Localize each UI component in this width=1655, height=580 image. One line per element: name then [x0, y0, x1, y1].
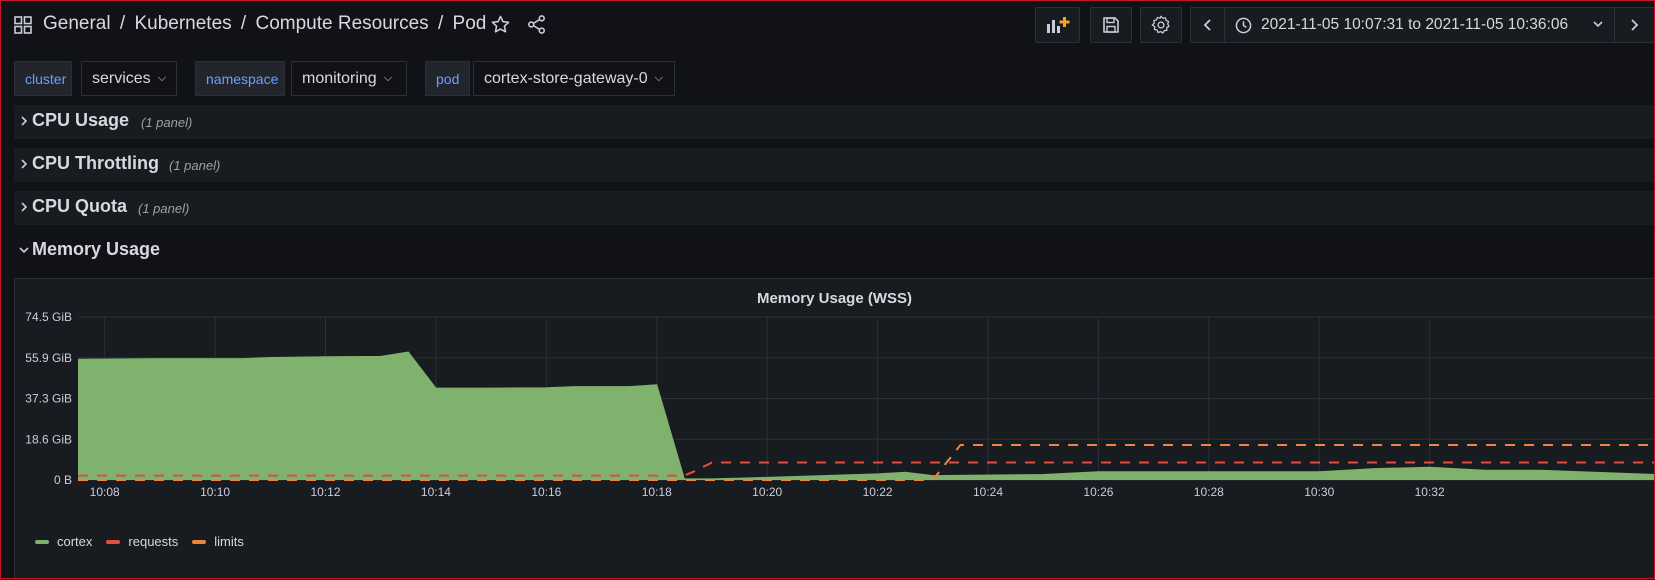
legend-label: limits [214, 534, 244, 549]
row-cpu-throttling[interactable]: CPU Throttling (1 panel) [14, 148, 1655, 182]
share-icon[interactable] [526, 14, 547, 35]
legend-item-requests[interactable]: requests [106, 534, 178, 549]
chevron-right-icon [21, 202, 28, 212]
chevron-right-icon [21, 159, 28, 169]
save-button[interactable] [1090, 7, 1132, 43]
variable-label-cluster: cluster [14, 61, 72, 96]
x-tick-label: 10:18 [642, 485, 672, 499]
star-icon[interactable] [490, 14, 511, 35]
breadcrumb-separator: / [240, 13, 247, 34]
chevron-down-icon [19, 247, 29, 254]
save-icon [1103, 17, 1119, 33]
x-tick-label: 10:30 [1304, 485, 1334, 499]
time-range-back-button[interactable] [1191, 8, 1225, 42]
row-memory-usage[interactable]: Memory Usage [14, 234, 1655, 268]
row-title: Memory Usage [32, 239, 161, 259]
clock-icon [1235, 17, 1252, 33]
breadcrumb-separator: / [119, 13, 126, 34]
breadcrumb-separator: / [437, 13, 444, 34]
row-title: CPU Usage [32, 110, 130, 130]
x-tick-label: 10:10 [200, 485, 230, 499]
variable-select-namespace[interactable]: monitoring ⌵ [291, 61, 407, 96]
add-panel-icon [1046, 17, 1069, 33]
time-range-picker: 2021-11-05 10:07:31 to 2021-11-05 10:36:… [1190, 7, 1655, 43]
breadcrumb-folder[interactable]: General [43, 13, 111, 34]
time-range-button[interactable]: 2021-11-05 10:07:31 to 2021-11-05 10:36:… [1225, 8, 1615, 42]
x-tick-label: 10:22 [863, 485, 893, 499]
x-tick-label: 10:32 [1415, 485, 1445, 499]
chevron-down-icon: ⌵ [383, 72, 393, 84]
panel-memory-usage-wss: Memory Usage (WSS) 0 B 18.6 GiB 37.3 GiB 55… [14, 278, 1655, 579]
variable-label-pod: pod [425, 61, 470, 96]
row-panel-count: (1 panel) [138, 201, 190, 216]
dashboard-settings-button[interactable] [1140, 7, 1182, 43]
variable-value: monitoring [302, 69, 377, 87]
y-tick-label: 37.3 GiB [25, 392, 72, 406]
apps-grid-icon[interactable] [14, 16, 32, 34]
variable-label-namespace: namespace [195, 61, 285, 96]
chevron-right-icon [1631, 19, 1639, 31]
row-panel-count: (1 panel) [141, 115, 193, 130]
x-tick-label: 10:20 [752, 485, 782, 499]
variable-value: services [92, 69, 151, 87]
chevron-down-icon: ⌵ [157, 72, 167, 84]
x-tick-label: 10:24 [973, 485, 1003, 499]
legend-swatch [35, 539, 49, 544]
legend-swatch [106, 539, 121, 544]
x-tick-label: 10:12 [310, 485, 340, 499]
memory-usage-chart[interactable]: 0 B 18.6 GiB 37.3 GiB 55.9 GiB 74.5 GiB 10:08… [15, 279, 1655, 580]
x-tick-label: 10:14 [421, 485, 451, 499]
gear-icon [1151, 15, 1170, 34]
row-title: CPU Quota [32, 196, 128, 216]
x-tick-label: 10:16 [531, 485, 561, 499]
series-area-cortex [78, 352, 1655, 480]
x-tick-label: 10:08 [90, 485, 120, 499]
chevron-down-icon [1593, 21, 1603, 28]
variable-select-pod[interactable]: cortex-store-gateway-0 ⌵ [473, 61, 675, 96]
legend-item-cortex[interactable]: cortex [35, 534, 92, 549]
dashboard-title[interactable]: Pod [453, 13, 487, 34]
y-tick-label: 0 B [54, 473, 72, 487]
legend-item-limits[interactable]: limits [192, 534, 244, 549]
row-cpu-usage[interactable]: CPU Usage (1 panel) [14, 105, 1655, 139]
y-tick-label: 18.6 GiB [25, 432, 72, 446]
row-title: CPU Throttling [32, 153, 159, 173]
row-cpu-quota[interactable]: CPU Quota (1 panel) [14, 191, 1655, 225]
row-panel-count: (1 panel) [169, 158, 221, 173]
chevron-down-icon: ⌵ [654, 72, 663, 84]
breadcrumb-path[interactable]: Compute Resources [255, 13, 428, 34]
y-tick-label: 74.5 GiB [25, 310, 72, 324]
time-range-label: 2021-11-05 10:07:31 to 2021-11-05 10:36:… [1261, 16, 1569, 33]
dashboard-header: General / Kubernetes / Compute Resources… [0, 0, 1655, 52]
time-range-forward-button[interactable] [1615, 8, 1653, 42]
y-tick-label: 55.9 GiB [25, 351, 72, 365]
breadcrumb-path[interactable]: Kubernetes [134, 13, 231, 34]
chevron-left-icon [1203, 19, 1211, 31]
x-tick-label: 10:26 [1083, 485, 1113, 499]
variable-select-cluster[interactable]: services ⌵ [81, 61, 177, 96]
legend-swatch [192, 539, 207, 544]
variable-value: cortex-store-gateway-0 [484, 69, 648, 87]
legend-label: cortex [57, 534, 93, 549]
breadcrumb: General / Kubernetes / Compute Resources… [43, 13, 490, 35]
chevron-right-icon [21, 116, 28, 126]
chart-legend: cortex requests limits [35, 534, 258, 549]
add-panel-button[interactable] [1035, 7, 1080, 43]
legend-label: requests [128, 534, 179, 549]
x-tick-label: 10:28 [1194, 485, 1224, 499]
